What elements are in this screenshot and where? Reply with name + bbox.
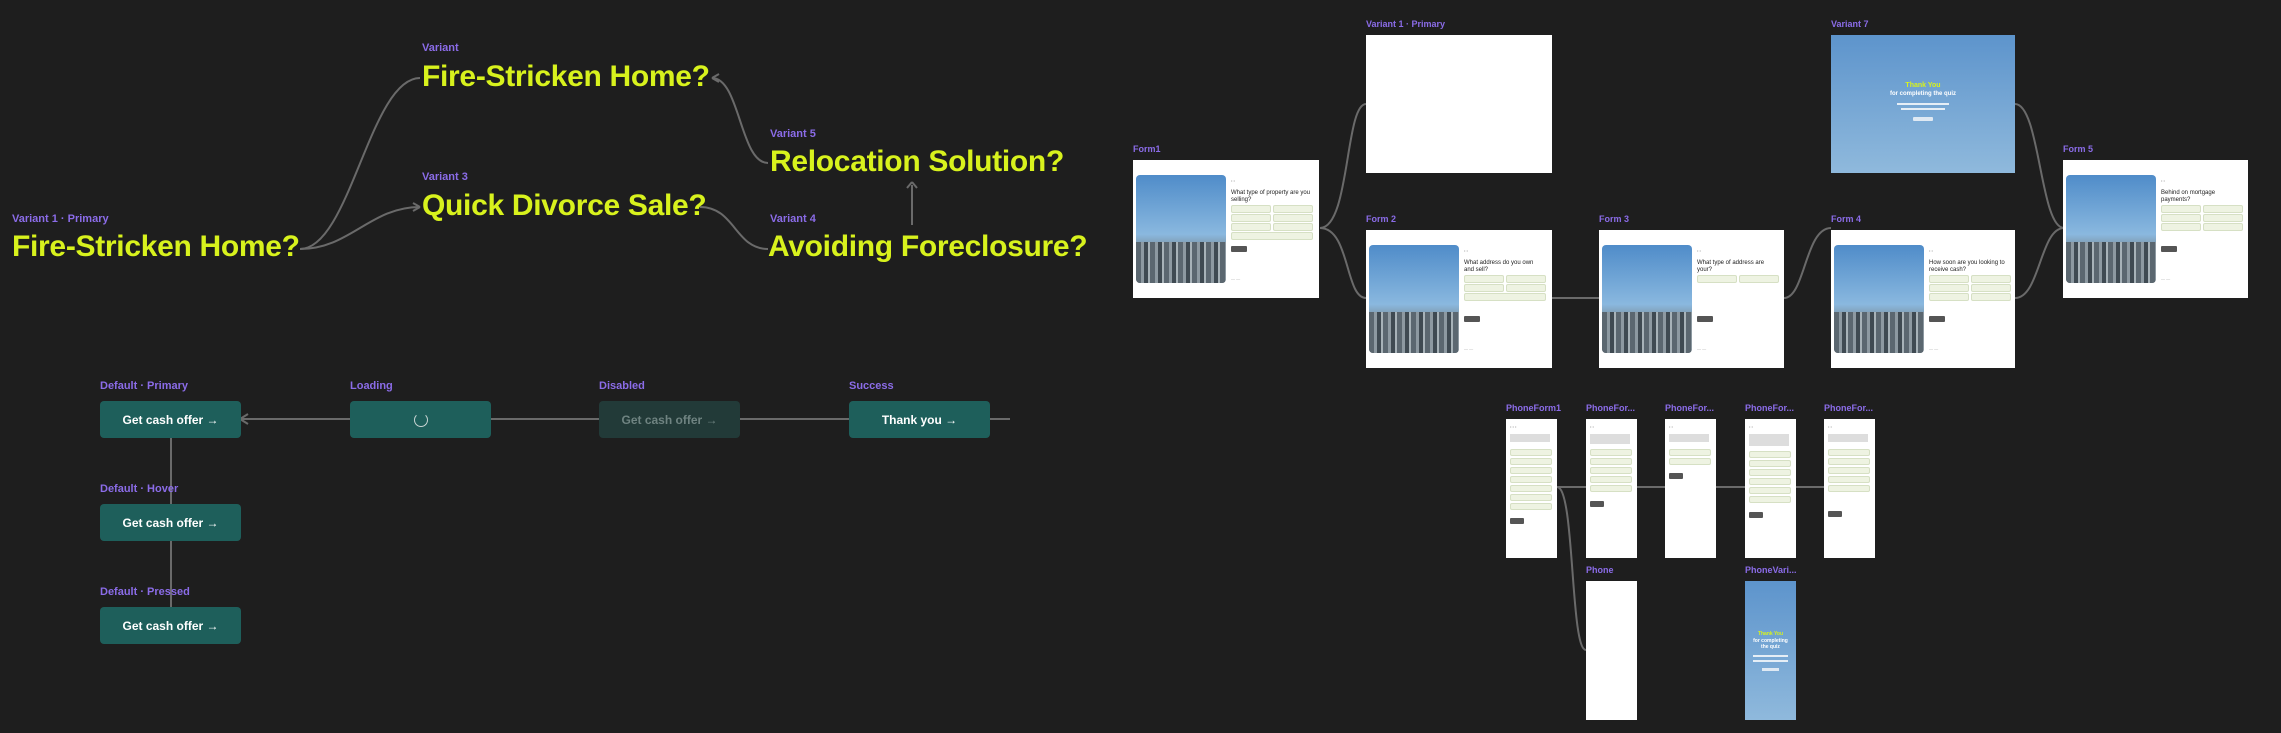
success-label: Success [849, 380, 894, 392]
frame-label-phone: Phone [1586, 565, 1614, 575]
city-photo [2066, 175, 2156, 283]
phonefor3-frame[interactable]: • • [1665, 419, 1716, 558]
frame-label-phonefor3: PhoneFor... [1665, 403, 1715, 413]
frame-label-form2: Form 2 [1366, 214, 1397, 224]
phonevari-frame[interactable]: Thank You for completing the quiz [1745, 581, 1796, 720]
phonefor2-frame[interactable]: • • [1586, 419, 1637, 558]
form2-question: What address do you own and sell? [1464, 260, 1534, 273]
phoneform1-frame[interactable]: • • • [1506, 419, 1557, 558]
form4-frame[interactable]: • • How soon are you looking to receive … [1831, 230, 2015, 368]
variant3-headline[interactable]: Quick Divorce Sale? [422, 189, 707, 223]
default-primary-label: Default · Primary [100, 380, 189, 392]
variant5-label: Variant 5 [770, 128, 816, 140]
form5-question: Behind on mortgage payments? [2161, 190, 2216, 203]
thank-you-button[interactable]: Thank you → [849, 401, 990, 438]
default-hover-label: Default · Hover [100, 483, 179, 495]
phonefor4-frame[interactable]: • • [1745, 419, 1796, 558]
thank-you-subtitle: for completing the quiz [1890, 91, 1956, 97]
frame-label-form3: Form 3 [1599, 214, 1630, 224]
phone-thank-you-subtitle: for completing the quiz [1753, 638, 1788, 650]
loading-button[interactable] [350, 401, 491, 438]
frame-label-form4: Form 4 [1831, 214, 1862, 224]
form4-question: How soon are you looking to receive cash… [1929, 260, 2005, 273]
phone-thank-you-title: Thank You [1757, 631, 1784, 637]
city-photo [1834, 245, 1924, 353]
get-cash-offer-hover-button[interactable]: Get cash offer → [100, 504, 241, 541]
frame-label-phoneform1: PhoneForm1 [1506, 403, 1562, 413]
frame-label-phonefor2: PhoneFor... [1586, 403, 1636, 413]
default-pressed-label: Default · Pressed [100, 586, 190, 598]
frame-label-variant7: Variant 7 [1831, 19, 1869, 29]
get-cash-offer-pressed-button[interactable]: Get cash offer → [100, 607, 241, 644]
form1-frame[interactable]: • • What type of property are you sellin… [1133, 160, 1319, 298]
disabled-button: Get cash offer → [599, 401, 740, 438]
variant5-headline[interactable]: Relocation Solution? [770, 145, 1064, 179]
variant3-label: Variant 3 [422, 171, 468, 183]
frame-label-form1: Form1 [1133, 144, 1161, 154]
frame-label-form5: Form 5 [2063, 144, 2094, 154]
variant1-headline[interactable]: Fire-Stricken Home? [12, 230, 300, 264]
phone-frame[interactable] [1586, 581, 1637, 720]
loading-label: Loading [350, 380, 393, 392]
frame-label-variant1: Variant 1 · Primary [1366, 19, 1446, 29]
form3-question: What type of address are your? [1697, 260, 1765, 273]
variant-headline[interactable]: Fire-Stricken Home? [422, 60, 710, 94]
variant7-frame[interactable]: Thank You for completing the quiz [1831, 35, 2015, 173]
form5-frame[interactable]: • • Behind on mortgage payments? — — [2063, 160, 2248, 298]
disabled-label: Disabled [599, 380, 645, 392]
form1-question: What type of property are you selling? [1231, 190, 1311, 203]
city-photo [1369, 245, 1459, 353]
variant1-primary-label: Variant 1 · Primary [12, 213, 109, 225]
form2-frame[interactable]: • • What address do you own and sell? — … [1366, 230, 1552, 368]
variant-label: Variant [422, 42, 459, 54]
frame-label-phonevari: PhoneVari... [1745, 565, 1797, 575]
variant4-headline[interactable]: Avoiding Foreclosure? [768, 230, 1088, 264]
frame-label-phonefor4: PhoneFor... [1745, 403, 1795, 413]
variant4-label: Variant 4 [770, 213, 816, 225]
city-photo [1602, 245, 1692, 353]
city-photo [1136, 175, 1226, 283]
frame-label-phonefor5: PhoneFor... [1824, 403, 1874, 413]
thank-you-title: Thank You [1905, 82, 1941, 89]
spinner-icon [413, 412, 428, 427]
phonefor5-frame[interactable]: • • [1824, 419, 1875, 558]
variant1-primary-frame[interactable] [1366, 35, 1552, 173]
get-cash-offer-button[interactable]: Get cash offer → [100, 401, 241, 438]
form3-frame[interactable]: • • What type of address are your? — — [1599, 230, 1784, 368]
